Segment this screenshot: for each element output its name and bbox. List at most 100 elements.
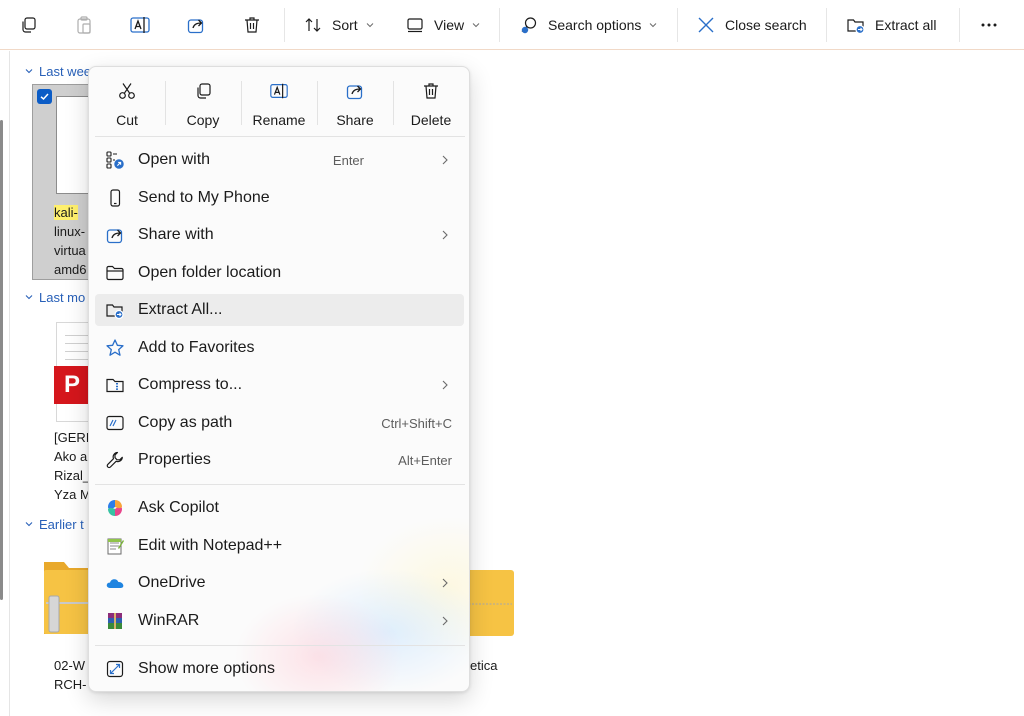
group-header-earlier[interactable]: Earlier t bbox=[24, 516, 84, 532]
menu-item-onedrive[interactable]: OneDrive bbox=[95, 567, 464, 599]
file-name-line: Ako a bbox=[54, 449, 88, 464]
delete-icon bbox=[424, 83, 438, 99]
search-options-label: Search options bbox=[548, 17, 642, 33]
menu-item-label: Add to Favorites bbox=[138, 339, 255, 356]
toolbar-separator bbox=[677, 8, 678, 42]
more-options-icon[interactable] bbox=[973, 9, 1005, 41]
menu-item-add-to-favorites[interactable]: Add to Favorites bbox=[95, 332, 464, 364]
rename-button[interactable]: Rename bbox=[243, 75, 315, 135]
group-header-label: Last mo bbox=[39, 289, 86, 305]
chevron-down-icon bbox=[25, 69, 33, 74]
notepad-plus-plus-icon bbox=[105, 536, 125, 556]
extract-all-button[interactable]: Extract all bbox=[846, 9, 936, 41]
close-search-button[interactable]: Close search bbox=[696, 9, 807, 41]
quick-action-separator bbox=[241, 81, 242, 125]
pdf-badge: P bbox=[54, 366, 90, 404]
menu-item-winrar[interactable]: WinRAR bbox=[95, 605, 464, 637]
chevron-right-icon bbox=[442, 616, 448, 626]
menu-item-shortcut: Enter bbox=[332, 153, 364, 168]
chevron-down-icon bbox=[25, 295, 33, 300]
toolbar-separator bbox=[959, 8, 960, 42]
group-header-label: Earlier t bbox=[39, 516, 84, 532]
menu-item-label: Open with bbox=[138, 151, 211, 168]
expand-icon bbox=[105, 659, 125, 679]
copy-path-icon bbox=[105, 413, 125, 433]
menu-item-compress-to[interactable]: Compress to... bbox=[95, 369, 464, 401]
menu-item-label: Properties bbox=[138, 451, 211, 468]
close-icon bbox=[696, 15, 716, 35]
paste-icon bbox=[68, 9, 100, 41]
compress-icon bbox=[105, 375, 125, 395]
rename-label: Rename bbox=[252, 112, 306, 128]
group-header-last-week[interactable]: Last wee bbox=[24, 63, 91, 79]
sort-button[interactable]: Sort bbox=[303, 9, 374, 41]
extract-all-label: Extract all bbox=[875, 17, 937, 33]
menu-separator bbox=[95, 136, 465, 137]
chevron-right-icon bbox=[442, 578, 448, 588]
file-name-line: RCH- bbox=[54, 677, 87, 692]
search-options-button[interactable]: Search options bbox=[519, 9, 657, 41]
wrench-icon bbox=[105, 450, 125, 470]
menu-item-properties[interactable]: Properties Alt+Enter bbox=[95, 444, 464, 476]
menu-item-label: Ask Copilot bbox=[138, 499, 219, 516]
menu-item-copy-as-path[interactable]: Copy as path Ctrl+Shift+C bbox=[95, 407, 464, 439]
menu-item-share-with[interactable]: Share with bbox=[95, 219, 464, 251]
command-bar: Sort View Search options Close search Ex… bbox=[0, 0, 1024, 50]
menu-item-open-folder-location[interactable]: Open folder location bbox=[95, 257, 464, 289]
view-button[interactable]: View bbox=[405, 9, 480, 41]
selection-checkbox[interactable] bbox=[37, 89, 52, 104]
view-icon bbox=[405, 15, 425, 35]
cut-button[interactable]: Cut bbox=[91, 75, 163, 135]
delete-button[interactable]: Delete bbox=[395, 75, 467, 135]
file-name-zip1: 02-W RCH- bbox=[54, 656, 87, 694]
chevron-down-icon bbox=[472, 23, 480, 28]
toolbar-separator bbox=[826, 8, 827, 42]
open-with-icon bbox=[105, 150, 125, 170]
menu-item-shortcut: Ctrl+Shift+C bbox=[381, 416, 452, 431]
extract-icon bbox=[846, 15, 866, 35]
copy-icon[interactable] bbox=[12, 9, 44, 41]
menu-item-show-more-options[interactable]: Show more options bbox=[95, 653, 464, 685]
menu-item-label: Share with bbox=[138, 226, 214, 243]
share-button[interactable]: Share bbox=[319, 75, 391, 135]
context-menu: Cut Copy Rename Share Delete Open with E… bbox=[88, 66, 470, 692]
star-icon bbox=[105, 338, 125, 358]
menu-item-label: Copy as path bbox=[138, 414, 233, 431]
quick-action-separator bbox=[165, 81, 166, 125]
chevron-down-icon bbox=[650, 23, 657, 28]
chevron-right-icon bbox=[442, 380, 448, 390]
menu-separator bbox=[95, 645, 465, 646]
menu-item-label: WinRAR bbox=[138, 612, 200, 629]
menu-item-extract-all[interactable]: Extract All... bbox=[95, 294, 464, 326]
menu-item-open-with[interactable]: Open with Enter bbox=[95, 144, 464, 176]
toolbar-separator bbox=[284, 8, 285, 42]
file-name-line: amd6 bbox=[54, 262, 87, 277]
menu-item-label: Edit with Notepad++ bbox=[138, 537, 283, 554]
menu-item-shortcut: Alt+Enter bbox=[398, 453, 452, 468]
menu-item-ask-copilot[interactable]: Ask Copilot bbox=[95, 492, 464, 524]
delete-icon[interactable] bbox=[236, 9, 268, 41]
menu-item-edit-with-notepad[interactable]: Edit with Notepad++ bbox=[95, 530, 464, 562]
menu-item-label: OneDrive bbox=[138, 574, 206, 591]
toolbar-separator bbox=[499, 8, 500, 42]
navigation-scrollbar[interactable] bbox=[0, 120, 3, 600]
onedrive-icon bbox=[105, 573, 125, 593]
folder-icon bbox=[105, 263, 125, 283]
menu-item-label: Send to My Phone bbox=[138, 189, 270, 206]
menu-separator bbox=[95, 484, 465, 485]
share-icon bbox=[105, 225, 125, 245]
rename-icon[interactable] bbox=[124, 9, 156, 41]
sort-icon bbox=[303, 15, 323, 35]
copy-button[interactable]: Copy bbox=[167, 75, 239, 135]
chevron-right-icon bbox=[442, 230, 448, 240]
share-icon[interactable] bbox=[180, 9, 212, 41]
menu-item-label: Extract All... bbox=[138, 301, 223, 318]
chevron-right-icon bbox=[442, 155, 448, 165]
group-header-last-month[interactable]: Last mo bbox=[24, 289, 85, 305]
file-name-pdf: [GERI Ako a Rizal_ Yza M bbox=[54, 428, 91, 504]
search-options-icon bbox=[519, 15, 539, 35]
close-search-label: Close search bbox=[725, 17, 807, 33]
winrar-icon bbox=[105, 611, 125, 631]
menu-item-send-to-phone[interactable]: Send to My Phone bbox=[95, 182, 464, 214]
extract-icon bbox=[105, 300, 125, 320]
